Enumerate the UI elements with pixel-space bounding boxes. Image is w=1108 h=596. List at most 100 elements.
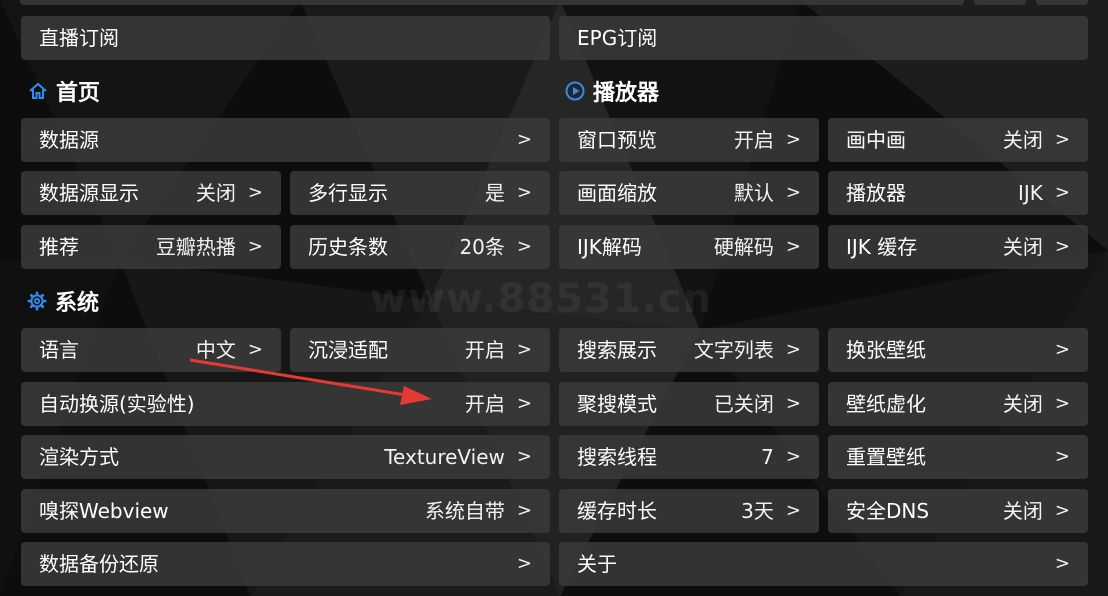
data-source-display-value: 关闭 bbox=[195, 181, 236, 205]
recommend-label: 推荐 bbox=[39, 235, 79, 259]
chevron-right-icon: > bbox=[1054, 182, 1070, 203]
render-mode-value: TextureView bbox=[384, 445, 505, 469]
scale-row[interactable]: 画面缩放 默认 > bbox=[559, 171, 819, 215]
secure-dns-label: 安全DNS bbox=[846, 499, 930, 523]
sniff-webview-value: 系统自带 bbox=[424, 499, 505, 523]
ijk-decode-label: IJK解码 bbox=[577, 235, 642, 259]
secure-dns-row[interactable]: 安全DNS 关闭 > bbox=[828, 489, 1088, 533]
section-system-title: 系统 bbox=[55, 291, 100, 316]
recommend-row[interactable]: 推荐 豆瓣热播 > bbox=[21, 225, 281, 269]
chevron-right-icon: > bbox=[785, 500, 801, 521]
auto-switch-source-row[interactable]: 自动换源(实验性) 开启 > bbox=[21, 382, 550, 426]
scale-value: 默认 bbox=[733, 181, 774, 205]
pip-value: 关闭 bbox=[1002, 128, 1043, 152]
render-mode-row[interactable]: 渲染方式 TextureView > bbox=[21, 435, 550, 479]
history-count-label: 历史条数 bbox=[308, 235, 388, 259]
chevron-right-icon: > bbox=[1054, 393, 1070, 414]
window-preview-row[interactable]: 窗口预览 开启 > bbox=[559, 118, 819, 162]
ijk-cache-label: IJK 缓存 bbox=[846, 235, 918, 259]
language-label: 语言 bbox=[39, 338, 79, 362]
wallpaper-blur-value: 关闭 bbox=[1002, 392, 1043, 416]
scale-label: 画面缩放 bbox=[577, 181, 657, 205]
top-button-stub[interactable] bbox=[974, 0, 1026, 5]
chevron-right-icon: > bbox=[516, 393, 532, 414]
language-value: 中文 bbox=[195, 338, 236, 362]
search-threads-row[interactable]: 搜索线程 7 > bbox=[559, 435, 819, 479]
home-icon bbox=[29, 82, 47, 99]
ijk-decode-row[interactable]: IJK解码 硬解码 > bbox=[559, 225, 819, 269]
section-player-title: 播放器 bbox=[593, 81, 660, 106]
cache-duration-row[interactable]: 缓存时长 3天 > bbox=[559, 489, 819, 533]
backup-restore-row[interactable]: 数据备份还原 > bbox=[21, 542, 550, 586]
pip-row[interactable]: 画中画 关闭 > bbox=[828, 118, 1088, 162]
reset-wallpaper-label: 重置壁纸 bbox=[846, 445, 926, 469]
search-display-row[interactable]: 搜索展示 文字列表 > bbox=[559, 328, 819, 372]
section-player-heading: 播放器 bbox=[565, 76, 659, 106]
history-count-row[interactable]: 历史条数 20条 > bbox=[290, 225, 550, 269]
chevron-right-icon: > bbox=[1054, 339, 1070, 360]
language-row[interactable]: 语言 中文 > bbox=[21, 328, 281, 372]
about-label: 关于 bbox=[577, 552, 617, 576]
search-display-value: 文字列表 bbox=[693, 338, 774, 362]
chevron-right-icon: > bbox=[247, 339, 263, 360]
chevron-right-icon: > bbox=[1054, 553, 1070, 574]
chevron-right-icon: > bbox=[1054, 446, 1070, 467]
immersive-label: 沉浸适配 bbox=[308, 338, 388, 362]
aggregate-search-value: 已关闭 bbox=[713, 392, 774, 416]
live-subscription-row[interactable]: 直播订阅 bbox=[21, 16, 550, 60]
pip-label: 画中画 bbox=[846, 128, 906, 152]
window-preview-label: 窗口预览 bbox=[577, 128, 657, 152]
multiline-display-label: 多行显示 bbox=[308, 181, 388, 205]
wallpaper-blur-row[interactable]: 壁纸虚化 关闭 > bbox=[828, 382, 1088, 426]
secure-dns-value: 关闭 bbox=[1002, 499, 1043, 523]
auto-switch-source-label: 自动换源(实验性) bbox=[39, 392, 195, 416]
epg-subscription-row[interactable]: EPG订阅 bbox=[559, 16, 1088, 60]
data-source-display-label: 数据源显示 bbox=[39, 181, 139, 205]
change-wallpaper-row[interactable]: 换张壁纸 > bbox=[828, 328, 1088, 372]
chevron-right-icon: > bbox=[1054, 129, 1070, 150]
chevron-right-icon: > bbox=[247, 182, 263, 203]
history-count-value: 20条 bbox=[459, 235, 505, 259]
chevron-right-icon: > bbox=[516, 553, 532, 574]
player-select-value: IJK bbox=[1017, 181, 1043, 205]
ijk-cache-row[interactable]: IJK 缓存 关闭 > bbox=[828, 225, 1088, 269]
player-select-label: 播放器 bbox=[846, 181, 906, 205]
chevron-right-icon: > bbox=[1054, 500, 1070, 521]
section-home-heading: 首页 bbox=[28, 76, 100, 106]
chevron-right-icon: > bbox=[785, 129, 801, 150]
wallpaper-blur-label: 壁纸虚化 bbox=[846, 392, 926, 416]
window-preview-value: 开启 bbox=[733, 128, 774, 152]
reset-wallpaper-row[interactable]: 重置壁纸 > bbox=[828, 435, 1088, 479]
chevron-right-icon: > bbox=[785, 393, 801, 414]
chevron-right-icon: > bbox=[785, 339, 801, 360]
backup-restore-label: 数据备份还原 bbox=[39, 552, 159, 576]
chevron-right-icon: > bbox=[785, 236, 801, 257]
chevron-right-icon: > bbox=[247, 236, 263, 257]
live-subscription-label: 直播订阅 bbox=[39, 26, 119, 50]
play-circle-icon bbox=[565, 81, 585, 101]
multiline-display-row[interactable]: 多行显示 是 > bbox=[290, 171, 550, 215]
aggregate-search-row[interactable]: 聚搜模式 已关闭 > bbox=[559, 382, 819, 426]
chevron-right-icon: > bbox=[1054, 236, 1070, 257]
about-row[interactable]: 关于 > bbox=[559, 542, 1088, 586]
sniff-webview-row[interactable]: 嗅探Webview 系统自带 > bbox=[21, 489, 550, 533]
cache-duration-label: 缓存时长 bbox=[577, 499, 657, 523]
chevron-right-icon: > bbox=[516, 446, 532, 467]
chevron-right-icon: > bbox=[785, 446, 801, 467]
chevron-right-icon: > bbox=[516, 339, 532, 360]
top-bar-stub bbox=[20, 0, 964, 5]
cache-duration-value: 3天 bbox=[741, 499, 774, 523]
player-select-row[interactable]: 播放器 IJK > bbox=[828, 171, 1088, 215]
section-system-heading: 系统 bbox=[27, 286, 99, 316]
immersive-value: 开启 bbox=[464, 338, 505, 362]
epg-subscription-label: EPG订阅 bbox=[577, 26, 658, 50]
data-source-row[interactable]: 数据源 > bbox=[21, 118, 550, 162]
chevron-right-icon: > bbox=[516, 500, 532, 521]
data-source-label: 数据源 bbox=[39, 128, 99, 152]
data-source-display-row[interactable]: 数据源显示 关闭 > bbox=[21, 171, 281, 215]
multiline-display-value: 是 bbox=[484, 181, 505, 205]
search-threads-label: 搜索线程 bbox=[577, 445, 657, 469]
immersive-row[interactable]: 沉浸适配 开启 > bbox=[290, 328, 550, 372]
chevron-right-icon: > bbox=[785, 182, 801, 203]
top-button-stub[interactable] bbox=[1036, 0, 1088, 5]
